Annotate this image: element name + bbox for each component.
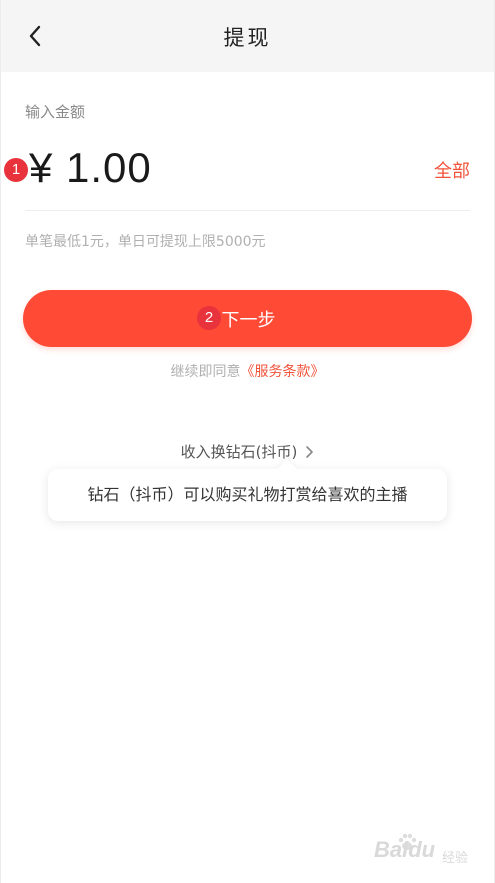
- agreement-prefix: 继续即同意: [170, 364, 241, 380]
- diamond-tooltip: 钻石（抖币）可以购买礼物打赏给喜欢的主播: [48, 459, 447, 521]
- withdraw-screen: 提现 输入金额 ¥ 1.00 1 全部 单笔最低1元，单日可提现上限5000元 …: [0, 0, 495, 883]
- page-title: 提现: [223, 26, 272, 50]
- terms-link[interactable]: 《服务条款》: [241, 364, 325, 380]
- next-step-button[interactable]: 2 下一步: [23, 290, 472, 347]
- watermark-logo: Baidu: [374, 837, 436, 862]
- amount-input[interactable]: ¥ 1.00: [29, 144, 329, 192]
- chevron-right-icon: [305, 445, 314, 463]
- exchange-diamonds-link[interactable]: 收入换钻石(抖币): [1, 441, 494, 463]
- exchange-label: 收入换钻石(抖币): [180, 443, 298, 461]
- limit-hint: 单笔最低1元，单日可提现上限5000元: [25, 234, 266, 250]
- step-badge-1: 1: [4, 158, 28, 182]
- tooltip-text: 钻石（抖币）可以购买礼物打赏给喜欢的主播: [87, 485, 408, 504]
- agreement-row: 继续即同意《服务条款》: [1, 361, 494, 381]
- next-step-label: 下一步: [221, 310, 276, 331]
- withdraw-all-button[interactable]: 全部: [434, 157, 470, 183]
- amount-label: 输入金额: [25, 103, 86, 121]
- watermark-sub: 经验: [442, 851, 469, 866]
- amount-row: ¥ 1.00 1 全部: [1, 140, 494, 202]
- divider: [25, 210, 470, 211]
- baidu-watermark: Baidu 经验: [356, 831, 476, 869]
- navigation-bar: 提现: [1, 0, 494, 72]
